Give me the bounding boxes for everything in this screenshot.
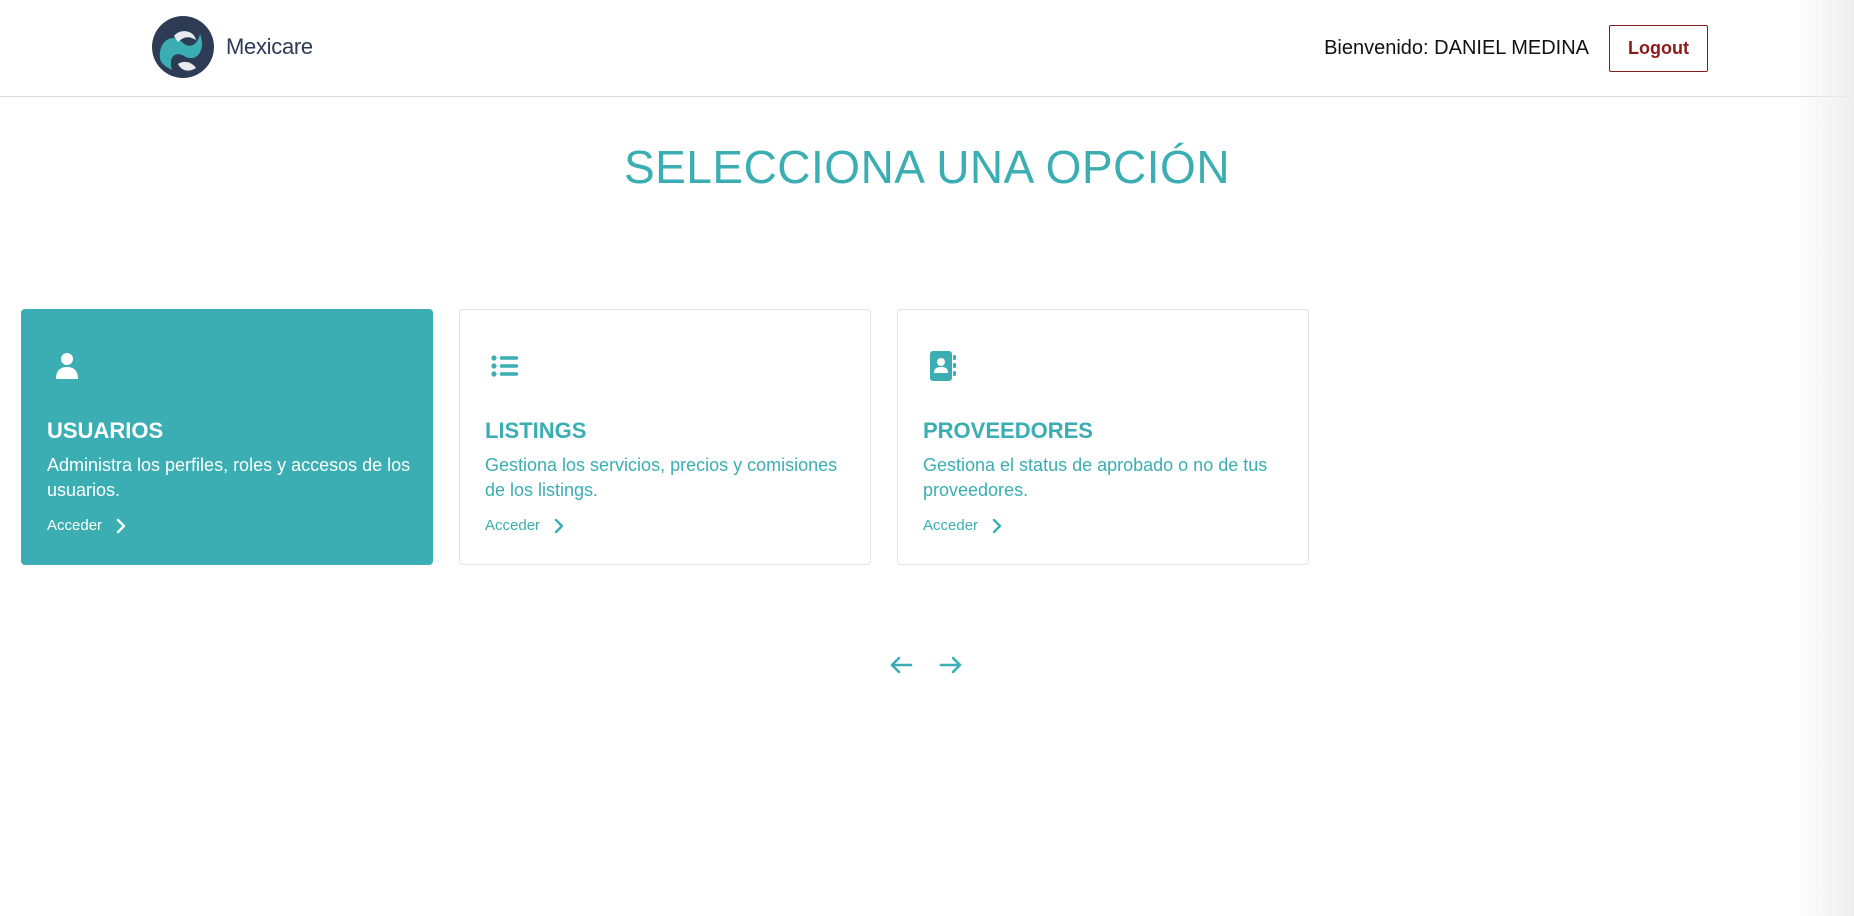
options-carousel: USUARIOS Administra los perfiles, roles … [21, 309, 1335, 565]
user-area: Bienvenido: DANIEL MEDINA Logout [1324, 25, 1708, 72]
chevron-right-icon [116, 518, 126, 533]
carousel-next-button[interactable] [937, 651, 965, 679]
card-access-link[interactable]: Acceder [923, 517, 1283, 534]
chevron-right-icon [992, 518, 1002, 533]
chevron-right-icon [554, 518, 564, 533]
card-usuarios[interactable]: USUARIOS Administra los perfiles, roles … [21, 309, 433, 565]
card-access-link[interactable]: Acceder [485, 517, 845, 534]
card-description: Gestiona el status de aprobado o no de t… [923, 455, 1268, 500]
welcome-text: Bienvenido: DANIEL MEDINA [1324, 37, 1589, 59]
user-icon [47, 346, 87, 386]
card-access-link[interactable]: Acceder [47, 517, 407, 534]
card-title: PROVEEDORES [923, 418, 1093, 443]
card-link-label: Acceder [485, 517, 541, 534]
arrow-left-icon [890, 656, 913, 674]
card-link-label: Acceder [923, 517, 979, 534]
top-bar: Mexicare Bienvenido: DANIEL MEDINA Logou… [0, 0, 1854, 97]
carousel-controls [887, 651, 987, 679]
mexicare-logo-icon [152, 16, 214, 78]
card-proveedores[interactable]: PROVEEDORES Gestiona el status de aproba… [897, 309, 1309, 565]
page-title: SELECCIONA UNA OPCIÓN [623, 141, 1231, 193]
logout-button[interactable]: Logout [1609, 25, 1708, 72]
card-title: LISTINGS [485, 418, 587, 443]
card-listings[interactable]: LISTINGS Gestiona los servicios, precios… [459, 309, 871, 565]
card-title: USUARIOS [47, 418, 164, 443]
scrollbar-gutter [1794, 0, 1854, 916]
carousel-prev-button[interactable] [887, 651, 915, 679]
brand-name: Mexicare [226, 34, 313, 59]
brand-logo[interactable]: Mexicare [150, 14, 313, 80]
card-link-label: Acceder [47, 517, 103, 534]
card-description: Gestiona los servicios, precios y comisi… [485, 455, 838, 500]
list-icon [485, 346, 525, 386]
arrow-right-icon [939, 656, 962, 674]
card-description: Administra los perfiles, roles y accesos… [47, 455, 411, 500]
address-book-icon [923, 346, 963, 386]
